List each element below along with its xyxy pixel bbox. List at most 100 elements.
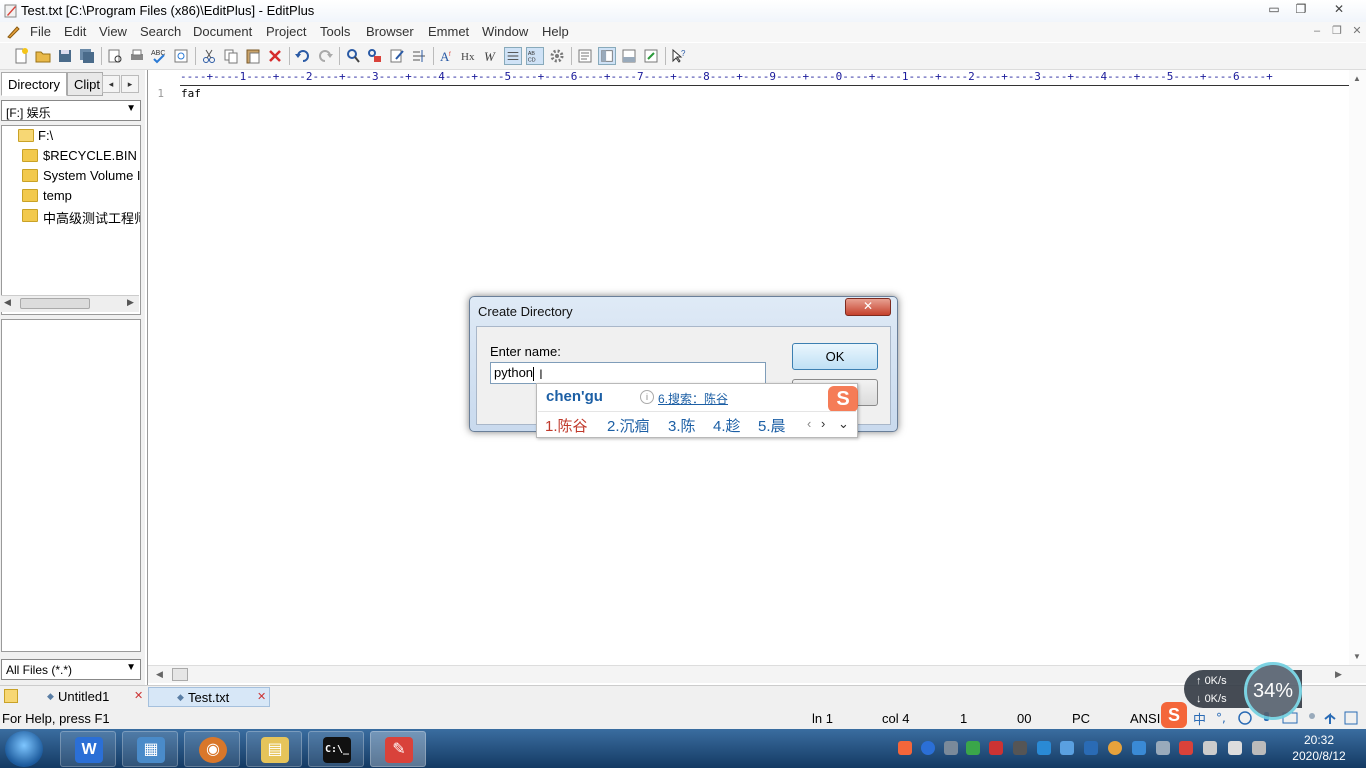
- network-tray-icon[interactable]: [944, 741, 958, 755]
- html-toolbar-icon[interactable]: Hx: [460, 47, 478, 65]
- undo-icon[interactable]: [294, 47, 312, 65]
- mdi-close-button[interactable]: ✕: [1349, 25, 1365, 39]
- menu-file[interactable]: File: [30, 24, 51, 39]
- cut-icon[interactable]: [200, 47, 218, 65]
- scroll-right-icon[interactable]: ▶: [127, 297, 134, 308]
- ok-button[interactable]: OK: [792, 343, 878, 370]
- tab-cliptext[interactable]: Clipt: [67, 72, 103, 96]
- settings-gear-icon[interactable]: [548, 47, 566, 65]
- tree-item-temp[interactable]: temp: [2, 186, 140, 206]
- file-filter-select[interactable]: All Files (*.*) ▼: [1, 659, 141, 680]
- menu-help[interactable]: Help: [542, 24, 569, 39]
- bluetooth-tray-icon[interactable]: [1156, 741, 1170, 755]
- menu-edit[interactable]: Edit: [64, 24, 86, 39]
- open-folder-icon[interactable]: [34, 47, 52, 65]
- drive-select[interactable]: [F:] 娱乐 ▼: [1, 100, 141, 121]
- monitor-tray-icon[interactable]: [1013, 741, 1027, 755]
- network-speed-widget[interactable]: ↑ 0K/s ↓ 0K/s 34%: [1184, 662, 1302, 720]
- taskbar-control-panel[interactable]: ▦: [122, 731, 178, 767]
- system-clock[interactable]: 20:32 2020/8/12: [1280, 732, 1358, 764]
- editor-vertical-scrollbar[interactable]: ▲ ▼: [1349, 70, 1366, 665]
- menu-view[interactable]: View: [99, 24, 127, 39]
- browser-view-icon[interactable]: [642, 47, 660, 65]
- menu-document[interactable]: Document: [193, 24, 252, 39]
- taskbar-wps-writer[interactable]: W: [60, 731, 116, 767]
- find-icon[interactable]: [344, 47, 362, 65]
- font-icon[interactable]: Af: [438, 47, 456, 65]
- code-text[interactable]: faf: [181, 87, 201, 100]
- spell-check-icon[interactable]: ABC: [150, 47, 168, 65]
- new-file-icon[interactable]: [12, 47, 30, 65]
- taskbar-command-prompt[interactable]: C:\_: [308, 731, 364, 767]
- ime-candidate-1[interactable]: 1.陈谷: [545, 415, 588, 436]
- tree-horizontal-scrollbar[interactable]: ◀ ▶: [1, 295, 139, 312]
- paste-icon[interactable]: [244, 47, 262, 65]
- scroll-left-icon[interactable]: ◀: [4, 297, 11, 308]
- sogou-ime-icon[interactable]: S: [1161, 702, 1187, 728]
- redo-icon[interactable]: [316, 47, 334, 65]
- download-tray-icon[interactable]: [966, 741, 980, 755]
- cloud-tray-icon[interactable]: [1084, 741, 1098, 755]
- ime-next-page-icon[interactable]: ›: [821, 416, 825, 431]
- memory-gauge[interactable]: 34%: [1244, 662, 1302, 720]
- minimize-button[interactable]: ▭: [1261, 1, 1287, 18]
- sync-icon[interactable]: [172, 47, 190, 65]
- power-icon[interactable]: [1228, 741, 1242, 755]
- ime-candidate-3[interactable]: 3.陈: [668, 415, 696, 436]
- close-tab-icon[interactable]: ✕: [257, 690, 266, 703]
- menu-browser[interactable]: Browser: [366, 24, 414, 39]
- scroll-down-icon[interactable]: ▼: [1353, 652, 1361, 661]
- menu-search[interactable]: Search: [140, 24, 181, 39]
- menu-window[interactable]: Window: [482, 24, 528, 39]
- menu-project[interactable]: Project: [266, 24, 306, 39]
- mdi-restore-button[interactable]: ❐: [1329, 25, 1345, 39]
- doc-tab-untitled1[interactable]: ◆ Untitled1 ✕: [26, 687, 148, 707]
- display-tray-icon[interactable]: [1060, 741, 1074, 755]
- help-tray-icon[interactable]: [921, 741, 935, 755]
- mdi-minimize-button[interactable]: –: [1309, 25, 1325, 39]
- save-icon[interactable]: [56, 47, 74, 65]
- volume-icon[interactable]: [1203, 741, 1217, 755]
- tree-item-recycle-bin[interactable]: $RECYCLE.BIN: [2, 146, 140, 166]
- print-icon[interactable]: [128, 47, 146, 65]
- dialog-close-button[interactable]: ✕: [845, 298, 891, 316]
- editor-horizontal-scrollbar[interactable]: ◀ ▶: [148, 665, 1366, 683]
- cliptext-icon[interactable]: [576, 47, 594, 65]
- delete-icon[interactable]: [266, 47, 284, 65]
- close-button[interactable]: ✕: [1326, 1, 1352, 18]
- taskbar-editplus[interactable]: ✎: [370, 731, 426, 767]
- ime-language-indicator[interactable]: 中: [1193, 709, 1206, 728]
- ime-search-suggestion[interactable]: 6.搜索：陈谷: [658, 390, 728, 407]
- security-tray-icon[interactable]: [1108, 741, 1122, 755]
- scroll-up-icon[interactable]: ▲: [1353, 74, 1361, 83]
- output-window-icon[interactable]: [620, 47, 638, 65]
- document-pen-icon[interactable]: [6, 25, 21, 39]
- ruler-toggle-icon[interactable]: ABCD: [526, 47, 544, 65]
- game-tray-icon[interactable]: [989, 741, 1003, 755]
- shield-tray-icon[interactable]: [1132, 741, 1146, 755]
- wifi-signal-icon[interactable]: [1252, 741, 1266, 755]
- ime-prev-page-icon[interactable]: ‹: [807, 416, 811, 431]
- close-tab-icon[interactable]: ✕: [134, 689, 143, 702]
- code-line[interactable]: faf: [181, 87, 201, 100]
- ime-candidate-5[interactable]: 5.晨: [758, 415, 786, 436]
- directory-pane-icon[interactable]: [598, 47, 616, 65]
- scroll-left-icon[interactable]: ◀: [156, 669, 163, 680]
- file-list[interactable]: [1, 319, 141, 652]
- app-tray-icon[interactable]: [1037, 741, 1051, 755]
- tree-item-root[interactable]: F:\: [2, 126, 140, 146]
- ime-candidate-4[interactable]: 4.趁: [713, 415, 741, 436]
- save-all-icon[interactable]: [78, 47, 96, 65]
- taskbar-qq-game[interactable]: ◉: [184, 731, 240, 767]
- start-button[interactable]: [5, 731, 43, 767]
- scroll-right-icon[interactable]: ▶: [1335, 669, 1342, 680]
- tab-scroll-right-button[interactable]: ▸: [121, 75, 139, 93]
- speaker-muted-icon[interactable]: [1179, 741, 1193, 755]
- tree-item-test-engineer[interactable]: 中高级测试工程师: [2, 206, 140, 226]
- scroll-thumb[interactable]: [20, 298, 90, 309]
- find-in-files-icon[interactable]: [388, 47, 406, 65]
- folder-icon[interactable]: [4, 689, 18, 703]
- sogou-tray-icon[interactable]: [898, 741, 912, 755]
- goto-line-icon[interactable]: [410, 47, 428, 65]
- restore-button[interactable]: ❐: [1288, 1, 1314, 18]
